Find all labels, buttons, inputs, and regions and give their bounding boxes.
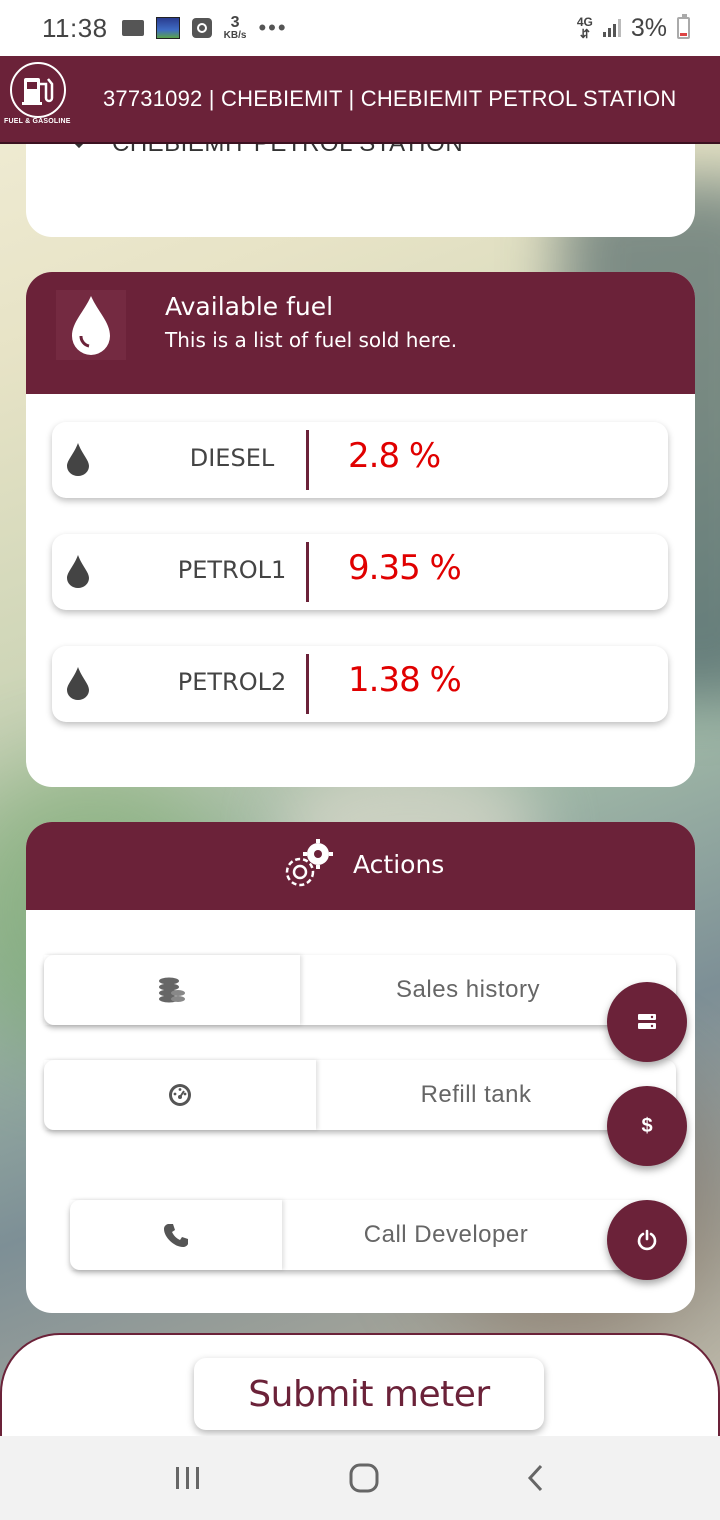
- power-icon: [637, 1229, 657, 1251]
- fuel-divider: [306, 654, 309, 714]
- refill-tank-button[interactable]: Refill tank: [44, 1060, 676, 1130]
- fuel-name: PETROL1: [177, 556, 287, 584]
- dollar-icon: $: [641, 1114, 653, 1137]
- fuel-name: DIESEL: [189, 444, 275, 472]
- signal-icon: [602, 19, 621, 37]
- fuel-item-petrol2: PETROL2 1.38 %: [52, 646, 668, 722]
- back-icon[interactable]: [525, 1463, 547, 1493]
- fuel-item-petrol1: PETROL1 9.35 %: [52, 534, 668, 610]
- submit-meter-button[interactable]: Submit meter: [194, 1358, 544, 1430]
- fuel-drop-icon: [67, 555, 89, 588]
- water-drop-icon: [56, 290, 126, 360]
- server-fab-button[interactable]: [607, 982, 687, 1062]
- actions-title: Actions: [353, 850, 445, 879]
- fuel-drop-icon: [67, 443, 89, 476]
- status-time: 11:38: [42, 12, 108, 43]
- fuel-item-diesel: DIESEL 2.8 %: [52, 422, 668, 498]
- fuel-card-header: Available fuel This is a list of fuel so…: [26, 272, 695, 394]
- fuel-section-subtitle: This is a list of fuel sold here.: [165, 328, 458, 352]
- coins-icon: [44, 955, 300, 1025]
- fuel-divider: [306, 430, 309, 490]
- status-bar: 11:38 3 KB/s ••• 4G ⇵ 3%: [0, 0, 720, 56]
- fuel-divider: [306, 542, 309, 602]
- battery-percent: 3%: [630, 13, 667, 42]
- fuel-percent: 9.35 %: [348, 548, 462, 588]
- system-nav-bar: [0, 1436, 720, 1520]
- phone-icon: [70, 1200, 282, 1270]
- server-icon: [638, 1014, 656, 1029]
- app-bar: FUEL & GASOLINE 37731092 | CHEBIEMIT | C…: [0, 56, 720, 144]
- sales-history-button[interactable]: Sales history: [44, 955, 676, 1025]
- fuel-name: PETROL2: [177, 668, 287, 696]
- more-notifications-icon: •••: [258, 15, 288, 40]
- battery-icon: [677, 14, 690, 39]
- call-developer-button[interactable]: Call Developer: [70, 1200, 650, 1270]
- network-type: 4G ⇵: [576, 15, 593, 41]
- fuel-drop-icon: [67, 667, 89, 700]
- app-title: 37731092 | CHEBIEMIT | CHEBIEMIT PETROL …: [103, 86, 677, 111]
- fuel-section-title: Available fuel: [165, 292, 334, 321]
- home-icon[interactable]: [348, 1462, 380, 1494]
- network-speed: 3 KB/s: [223, 14, 247, 41]
- clock-icon: [191, 18, 212, 38]
- folder-icon: [121, 20, 144, 36]
- power-fab-button[interactable]: [607, 1200, 687, 1280]
- dollar-fab-button[interactable]: $: [607, 1086, 687, 1166]
- gears-icon: [285, 839, 333, 887]
- fuel-pump-logo-icon: [10, 62, 66, 118]
- app-notification-icon: [155, 17, 180, 39]
- fuel-percent: 2.8 %: [348, 436, 441, 476]
- fuel-percent: 1.38 %: [348, 660, 462, 700]
- gauge-icon: [44, 1060, 316, 1130]
- recent-apps-icon[interactable]: [173, 1465, 203, 1491]
- call-developer-label: Call Developer: [363, 1221, 529, 1248]
- logo-caption: FUEL & GASOLINE: [4, 118, 71, 125]
- actions-card-header: Actions: [26, 822, 695, 910]
- available-fuel-card: Available fuel This is a list of fuel so…: [26, 272, 695, 787]
